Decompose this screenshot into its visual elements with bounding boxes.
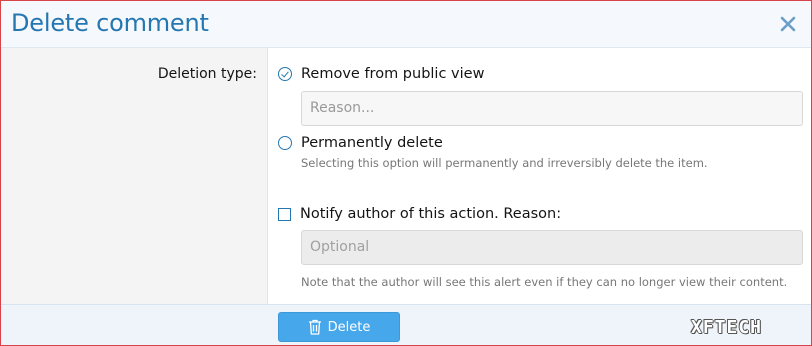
radio-remove-from-public-view[interactable]: Remove from public view [278, 66, 484, 82]
notify-reason-input: Optional [301, 230, 803, 265]
delete-button-label: Delete [327, 319, 371, 335]
radio-permanently-delete[interactable]: Permanently delete [278, 135, 443, 151]
notify-author-label: Notify author of this action. Reason: [300, 206, 562, 222]
checkbox-icon[interactable] [278, 207, 291, 221]
dialog-header: Delete comment [1, 1, 811, 48]
notify-author-checkbox[interactable]: Notify author of this action. Reason: [278, 206, 561, 222]
xftech-watermark: XFTECH [691, 317, 763, 338]
dialog-footer: Delete XFTECH [1, 304, 811, 345]
permanent-delete-hint: Selecting this option will permanently a… [301, 156, 708, 170]
delete-comment-dialog: Delete comment Deletion type: Remove fro… [0, 0, 812, 346]
notify-author-hint: Note that the author will see this alert… [301, 275, 788, 289]
reason-input[interactable]: Reason... [301, 91, 803, 126]
delete-button[interactable]: Delete [278, 312, 400, 342]
radio-remove-label: Remove from public view [301, 66, 485, 82]
form-label-column: Deletion type: [1, 48, 268, 304]
radio-unchecked-icon[interactable] [278, 136, 292, 150]
deletion-type-label: Deletion type: [157, 66, 257, 82]
close-icon[interactable] [777, 13, 799, 35]
radio-checked-icon[interactable] [278, 67, 292, 81]
form-input-column: Remove from public view Reason... Perman… [268, 48, 811, 304]
dialog-title: Delete comment [11, 9, 209, 37]
trash-icon [308, 319, 321, 335]
radio-permanent-label: Permanently delete [301, 135, 443, 151]
